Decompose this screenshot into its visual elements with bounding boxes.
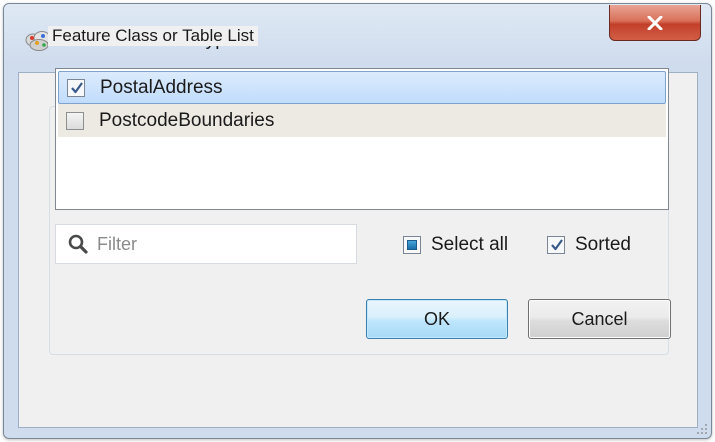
filter-input[interactable] [95,232,335,256]
search-icon [68,234,88,254]
list-item-checkbox[interactable] [67,78,85,97]
cancel-button[interactable]: Cancel [528,299,671,339]
resize-grip-icon[interactable] [696,423,708,435]
feature-listbox[interactable]: PostalAddress PostcodeBoundaries [55,68,669,210]
close-button[interactable] [609,5,701,41]
ok-button[interactable]: OK [366,299,508,339]
list-item-postcodeboundaries[interactable]: PostcodeBoundaries [58,104,666,137]
list-item-postaladdress[interactable]: PostalAddress [58,71,666,104]
sorted-label: Sorted [575,234,631,255]
checkmark-icon [71,81,83,93]
dialog-window: Select Feature Types Feature Class or Ta… [3,3,712,439]
checkmark-icon [551,239,563,251]
select-all-checkbox[interactable] [403,236,421,254]
close-icon [647,15,663,30]
indeterminate-mark [407,240,417,250]
select-all-option[interactable]: Select all [403,234,508,256]
list-item-label: PostcodeBoundaries [99,109,275,131]
list-item-label: PostalAddress [100,76,223,98]
select-all-label: Select all [431,234,509,255]
list-item-checkbox[interactable] [66,111,84,130]
sorted-checkbox[interactable] [547,236,565,254]
group-label: Feature Class or Table List [48,26,258,46]
filter-field[interactable] [55,224,357,264]
sorted-option[interactable]: Sorted [547,234,631,256]
